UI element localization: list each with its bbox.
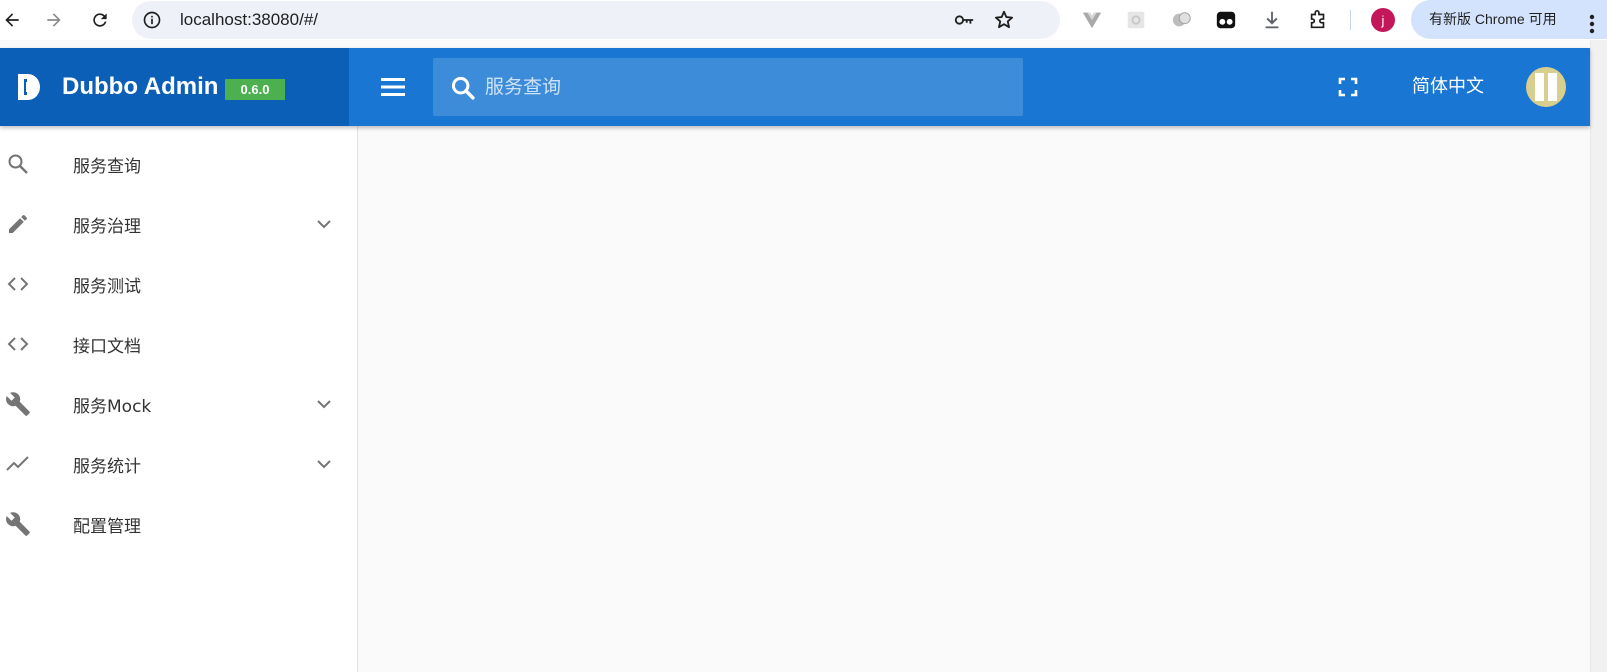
sidebar-item-service-stats[interactable]: 服务统计 xyxy=(0,434,357,494)
url-text[interactable]: localhost:38080/#/ xyxy=(180,1,318,39)
back-button[interactable] xyxy=(0,8,24,32)
sidebar-item-label: 服务治理 xyxy=(73,216,141,237)
sidebar-item-service-query[interactable]: 服务查询 xyxy=(0,134,357,194)
sidebar-item-label: 服务Mock xyxy=(73,396,152,417)
language-selector[interactable]: 简体中文 xyxy=(1400,48,1496,126)
bookmark-star-icon[interactable] xyxy=(992,8,1016,32)
sidebar-item-label: 接口文档 xyxy=(73,336,141,357)
page-scrollbar[interactable] xyxy=(1590,40,1607,672)
extensions-puzzle-icon[interactable] xyxy=(1306,8,1330,32)
wrench-icon xyxy=(5,511,31,537)
sidebar-item-service-test[interactable]: 服务测试 xyxy=(0,254,357,314)
site-info-icon[interactable] xyxy=(140,8,164,32)
app-title: Dubbo Admin xyxy=(62,73,219,100)
download-icon[interactable] xyxy=(1260,8,1284,32)
menu-toggle-button[interactable] xyxy=(379,74,407,100)
code-icon xyxy=(5,331,31,357)
fullscreen-button[interactable] xyxy=(1336,75,1360,99)
sidebar-item-api-docs[interactable]: 接口文档 xyxy=(0,314,357,374)
tampermonkey-extension-icon[interactable] xyxy=(1214,8,1238,32)
fullscreen-icon xyxy=(1338,77,1358,97)
main-content xyxy=(359,126,1590,672)
chevron-down-icon[interactable] xyxy=(312,392,336,416)
sidebar-item-label: 服务查询 xyxy=(73,156,141,177)
vue-devtools-extension-icon[interactable] xyxy=(1080,8,1104,32)
forward-button[interactable] xyxy=(42,8,66,32)
sidebar-item-label: 服务统计 xyxy=(73,456,141,477)
bubbles-extension-icon[interactable] xyxy=(1170,8,1194,32)
code-icon xyxy=(5,271,31,297)
chrome-update-button[interactable]: 有新版 Chrome 可用 xyxy=(1411,0,1607,39)
hamburger-menu-icon xyxy=(381,78,405,96)
sidebar-item-label: 配置管理 xyxy=(73,516,141,537)
user-avatar[interactable] xyxy=(1526,67,1566,107)
brand-area[interactable]: Dubbo Admin 0.6.0 xyxy=(0,48,349,126)
sidebar-item-label: 服务测试 xyxy=(73,276,141,297)
wrench-icon xyxy=(5,391,31,417)
search-icon xyxy=(5,151,31,177)
back-arrow-icon xyxy=(5,13,19,27)
service-search-box[interactable] xyxy=(433,58,1023,116)
chrome-update-label: 有新版 Chrome 可用 xyxy=(1429,11,1557,27)
password-key-icon[interactable] xyxy=(952,8,976,32)
browser-toolbar: localhost:38080/#/ j 有新版 Chrome 可用 xyxy=(0,0,1607,40)
trending-up-icon xyxy=(5,451,31,477)
address-bar[interactable]: localhost:38080/#/ xyxy=(132,1,1060,39)
forward-arrow-icon xyxy=(47,13,61,27)
sidebar-item-config-management[interactable]: 配置管理 xyxy=(0,494,357,554)
toolbar-divider xyxy=(1350,10,1351,30)
pencil-icon xyxy=(5,211,31,237)
chevron-down-icon[interactable] xyxy=(312,452,336,476)
app-toolbar: Dubbo Admin 0.6.0 简体中文 xyxy=(0,48,1590,126)
version-badge: 0.6.0 xyxy=(225,79,285,100)
sidebar: 服务查询 服务治理 服务测试 接口文档 服务Mock 服务统计 配置管理 xyxy=(0,126,358,672)
gear-extension-icon[interactable] xyxy=(1124,8,1148,32)
reload-button[interactable] xyxy=(88,8,112,32)
sidebar-item-service-mock[interactable]: 服务Mock xyxy=(0,374,357,434)
dubbo-logo-icon xyxy=(18,74,40,100)
sidebar-item-service-governance[interactable]: 服务治理 xyxy=(0,194,357,254)
search-input[interactable] xyxy=(483,58,1003,116)
profile-avatar[interactable]: j xyxy=(1371,8,1395,32)
reload-icon xyxy=(93,13,107,27)
search-icon xyxy=(451,76,475,100)
chevron-down-icon[interactable] xyxy=(312,212,336,236)
